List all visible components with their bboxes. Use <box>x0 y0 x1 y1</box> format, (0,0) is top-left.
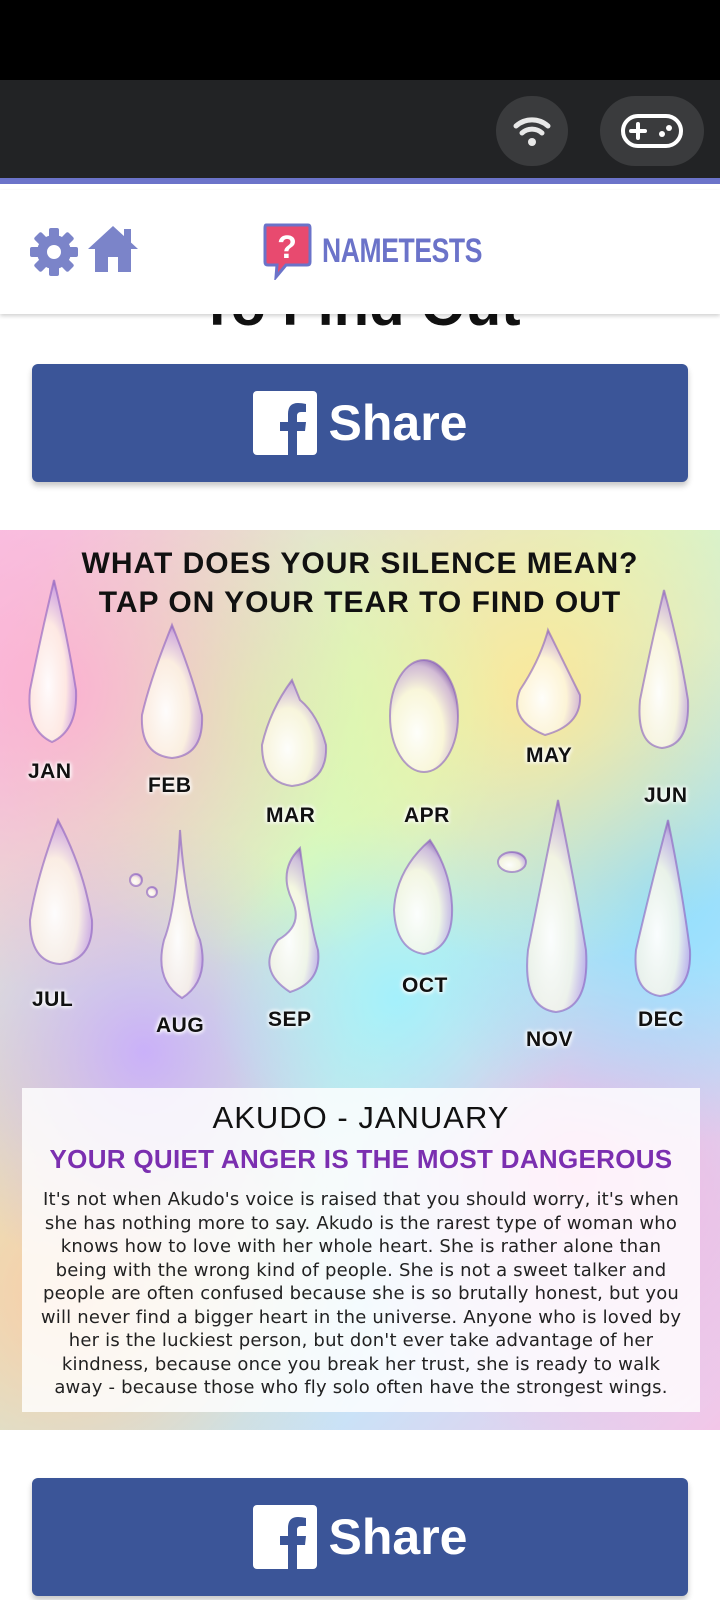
tear-drops <box>28 579 692 1014</box>
browser-toolbar <box>0 80 720 184</box>
month-label-jun[interactable]: JUN <box>644 784 688 808</box>
month-label-dec[interactable]: DEC <box>638 1008 684 1032</box>
gamepad-icon <box>621 114 683 148</box>
toolbar-accent-line <box>0 178 720 184</box>
wifi-button[interactable] <box>496 96 568 166</box>
facebook-icon <box>252 391 317 455</box>
status-bar <box>0 0 720 80</box>
home-icon[interactable] <box>86 222 140 276</box>
tear-mar <box>260 677 328 788</box>
tear-jul <box>28 817 94 966</box>
month-label-oct[interactable]: OCT <box>402 974 448 998</box>
month-label-jul[interactable]: JUL <box>32 988 73 1012</box>
month-label-aug[interactable]: AUG <box>156 1014 204 1038</box>
facebook-icon <box>252 1505 317 1569</box>
app-header: ? NAMETESTS <box>0 190 720 314</box>
wifi-icon <box>513 117 551 146</box>
quiz-result-image[interactable]: WHAT DOES YOUR SILENCE MEAN? TAP ON YOUR… <box>0 530 720 1430</box>
tear-jan <box>28 579 78 744</box>
tear-apr <box>389 659 459 773</box>
facebook-share-button-bottom[interactable]: Share <box>32 1478 688 1596</box>
tear-nov <box>526 799 588 1014</box>
facebook-share-button[interactable]: Share <box>32 364 688 482</box>
result-description: It's not when Akudo's voice is raised th… <box>40 1189 682 1398</box>
tear-feb <box>140 622 204 760</box>
result-panel: AKUDO - JANUARY YOUR QUIET ANGER IS THE … <box>22 1088 700 1412</box>
month-label-mar[interactable]: MAR <box>266 804 315 828</box>
tear-jun <box>638 589 690 750</box>
tear-dec <box>634 819 692 998</box>
nametests-logo[interactable]: ? NAMETESTS <box>262 220 527 282</box>
tear-aug-dot1 <box>129 873 143 887</box>
tear-oct <box>392 838 454 956</box>
tear-aug <box>160 829 204 1000</box>
month-label-nov[interactable]: NOV <box>526 1028 573 1052</box>
result-name: AKUDO - JANUARY <box>212 1100 510 1135</box>
share-label: Share <box>328 1509 468 1565</box>
share-label: Share <box>328 395 468 451</box>
month-label-jan[interactable]: JAN <box>28 760 72 784</box>
gear-icon[interactable] <box>28 226 80 278</box>
month-label-sep[interactable]: SEP <box>268 1008 312 1032</box>
tear-sep <box>268 845 320 994</box>
month-label-feb[interactable]: FEB <box>148 774 192 798</box>
tear-may <box>516 627 582 737</box>
month-label-apr[interactable]: APR <box>404 804 450 828</box>
svg-text:?: ? <box>277 229 297 265</box>
tear-nov-dot <box>497 851 527 873</box>
logo-text: NAMETESTS <box>322 231 483 270</box>
result-headline: YOUR QUIET ANGER IS THE MOST DANGEROUS <box>49 1144 673 1174</box>
month-label-may[interactable]: MAY <box>526 744 572 768</box>
question-bubble-icon: ? <box>263 223 312 280</box>
tear-aug-dot2 <box>146 886 158 898</box>
game-button[interactable] <box>600 96 704 166</box>
